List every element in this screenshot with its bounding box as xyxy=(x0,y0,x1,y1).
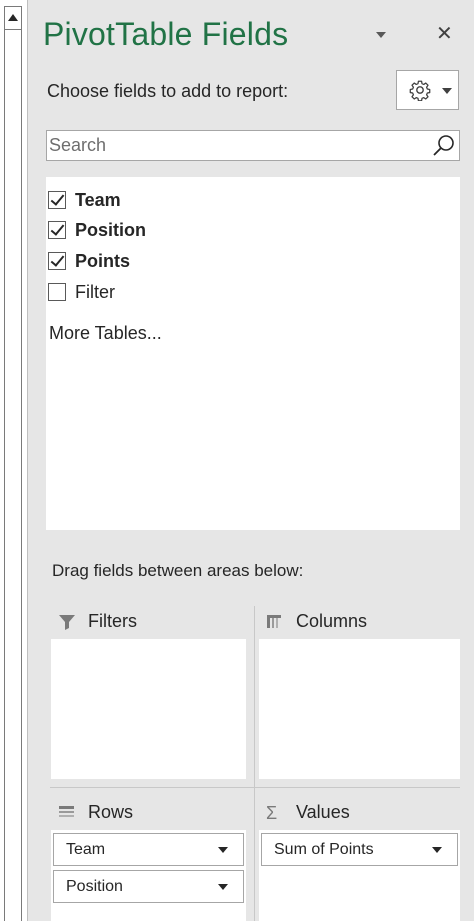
search-icon[interactable] xyxy=(431,133,457,159)
scroll-track[interactable] xyxy=(4,29,22,921)
sigma-icon: Σ xyxy=(266,802,278,823)
drag-fields-instructions: Drag fields between areas below: xyxy=(52,561,304,580)
field-item-filter[interactable]: Filter xyxy=(48,279,115,305)
columns-icon xyxy=(267,614,281,628)
rows-drop-zone[interactable]: Team Position xyxy=(51,830,246,921)
chevron-down-icon[interactable] xyxy=(432,847,442,853)
rows-area-header: Rows xyxy=(58,802,133,823)
filters-drop-zone[interactable] xyxy=(51,639,246,779)
pill-label: Team xyxy=(66,840,106,858)
gear-icon xyxy=(409,80,431,101)
pane-options-dropdown-icon[interactable] xyxy=(376,32,386,38)
rows-field-pill-team[interactable]: Team xyxy=(53,833,244,866)
pill-label: Sum of Points xyxy=(274,840,374,858)
field-item-points[interactable]: Points xyxy=(48,248,130,274)
area-divider-vertical xyxy=(254,606,255,921)
rows-area-label: Rows xyxy=(88,802,134,822)
field-item-team[interactable]: Team xyxy=(48,187,121,213)
rows-icon xyxy=(59,805,74,817)
values-field-pill-sum-of-points[interactable]: Sum of Points xyxy=(261,833,458,866)
field-checkbox-position[interactable] xyxy=(48,221,66,239)
rows-field-pill-position[interactable]: Position xyxy=(53,870,244,903)
scroll-up-arrow-icon[interactable] xyxy=(4,6,22,30)
filter-icon xyxy=(59,614,75,630)
values-drop-zone[interactable]: Sum of Points xyxy=(259,830,460,921)
chevron-down-icon[interactable] xyxy=(218,847,228,853)
close-icon[interactable]: ✕ xyxy=(436,24,453,44)
filters-area-label: Filters xyxy=(88,611,137,631)
field-list: Team Position Points Filter More Tables.… xyxy=(46,177,460,530)
pill-label: Position xyxy=(66,877,123,895)
values-area-header: Σ Values xyxy=(266,802,350,823)
field-label: Team xyxy=(75,189,121,210)
vertical-scrollbar[interactable] xyxy=(0,0,28,921)
area-divider-horizontal xyxy=(50,787,460,788)
columns-area-header: Columns xyxy=(266,611,367,632)
field-checkbox-points[interactable] xyxy=(48,252,66,270)
field-label: Position xyxy=(75,219,146,240)
chevron-down-icon[interactable] xyxy=(218,884,228,890)
filters-area-header: Filters xyxy=(58,611,137,632)
field-label: Points xyxy=(75,250,131,271)
field-checkbox-team[interactable] xyxy=(48,191,66,209)
pane-title: PivotTable Fields xyxy=(43,16,289,52)
more-tables-link[interactable]: More Tables... xyxy=(49,323,162,344)
values-area-label: Values xyxy=(296,802,350,822)
columns-area-label: Columns xyxy=(296,611,368,631)
search-field[interactable] xyxy=(46,130,460,161)
columns-drop-zone[interactable] xyxy=(259,639,460,779)
choose-fields-label: Choose fields to add to report: xyxy=(47,81,289,101)
field-label: Filter xyxy=(75,281,115,302)
tools-settings-button[interactable] xyxy=(396,70,459,110)
field-item-position[interactable]: Position xyxy=(48,217,146,243)
search-input[interactable] xyxy=(49,133,419,158)
chevron-down-icon xyxy=(442,88,452,94)
field-checkbox-filter[interactable] xyxy=(48,283,66,301)
